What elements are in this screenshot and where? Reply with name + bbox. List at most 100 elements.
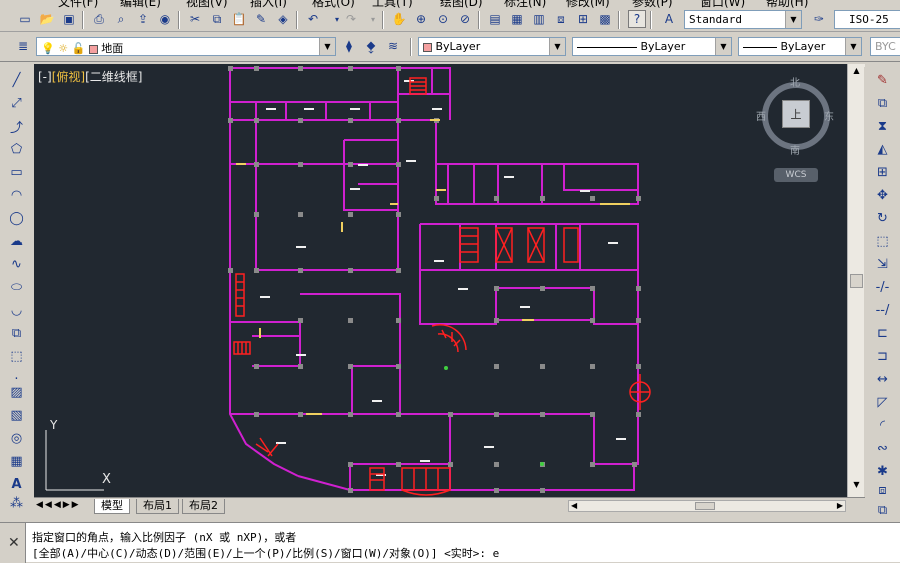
open-folder-icon[interactable]: 📂 xyxy=(38,10,56,28)
publish-icon[interactable]: ⇪ xyxy=(134,10,152,28)
blend-icon[interactable]: ∾ xyxy=(873,439,892,458)
redo-dropdown-icon[interactable]: ▾ xyxy=(364,10,382,28)
layer-previous-icon[interactable]: ⧪ xyxy=(362,37,380,55)
revcloud-icon[interactable]: ☁ xyxy=(7,232,26,251)
command-window-handle[interactable]: ✕ xyxy=(0,523,26,563)
markup-icon[interactable]: ⊞ xyxy=(574,10,592,28)
text-style-select[interactable]: Standard ▼ xyxy=(684,10,802,29)
sheet-set-icon[interactable]: ⧈ xyxy=(552,10,570,28)
break-at-point-icon[interactable]: ⊏ xyxy=(873,324,892,343)
undo-icon[interactable]: ↶ xyxy=(304,10,322,28)
zoom-previous-icon[interactable]: ⊘ xyxy=(456,10,474,28)
menu-edit[interactable]: 编辑(E) xyxy=(120,0,161,8)
layer-properties-icon[interactable]: ≣ xyxy=(14,37,32,55)
match-properties-icon[interactable]: ✎ xyxy=(252,10,270,28)
move-icon[interactable]: ✥ xyxy=(873,186,892,205)
add-selected-icon[interactable]: ⁂ xyxy=(7,494,26,513)
mirror-icon[interactable]: ⧗ xyxy=(873,117,892,136)
mtext-icon[interactable]: A xyxy=(7,475,26,494)
menu-modify[interactable]: 修改(M) xyxy=(566,0,610,8)
tab-layout1[interactable]: 布局1 xyxy=(136,499,179,514)
zoom-realtime-icon[interactable]: ⊕ xyxy=(412,10,430,28)
table-icon[interactable]: ▦ xyxy=(7,452,26,471)
join-icon[interactable]: ↔ xyxy=(873,370,892,389)
hatch-icon[interactable]: ▨ xyxy=(7,383,26,402)
layer-select[interactable]: 💡 ☼ 🔓 地面 ▼ xyxy=(36,37,336,56)
tab-layout2[interactable]: 布局2 xyxy=(182,499,225,514)
scroll-up-icon[interactable]: ▲ xyxy=(850,66,863,79)
viewcube-face[interactable]: 上 xyxy=(782,100,810,128)
polyline-icon[interactable]: ⤴ xyxy=(7,117,26,136)
insert-block-icon[interactable]: ⧉ xyxy=(7,324,26,343)
copy-object-icon[interactable]: ⧉ xyxy=(873,94,892,113)
redo-icon[interactable]: ↷ xyxy=(342,10,360,28)
menu-param[interactable]: 参数(P) xyxy=(632,0,673,8)
menu-window[interactable]: 窗口(W) xyxy=(700,0,745,8)
lineweight-select[interactable]: ByLayer ▼ xyxy=(738,37,862,56)
command-window[interactable]: ✕ 指定窗口的角点，输入比例因子 (nX 或 nXP)，或者 [全部(A)/中心… xyxy=(0,522,900,563)
region-icon[interactable]: ◎ xyxy=(7,429,26,448)
break-icon[interactable]: ⊐ xyxy=(873,347,892,366)
extend-icon[interactable]: --/ xyxy=(873,301,892,320)
compass-west[interactable]: 西 xyxy=(756,108,766,123)
rectangle-icon[interactable]: ▭ xyxy=(7,163,26,182)
tool-palettes-icon[interactable]: ▥ xyxy=(530,10,548,28)
menu-help[interactable]: 帮助(H) xyxy=(766,0,808,8)
save-icon[interactable]: ▣ xyxy=(60,10,78,28)
vertical-scrollbar[interactable]: ▲ ▼ xyxy=(847,64,865,497)
drawing-canvas[interactable]: [-][俯视][二维线框] Y X 上 北 南 东 西 WCS xyxy=(34,64,865,497)
array-icon[interactable]: ⊞ xyxy=(873,163,892,182)
offset-icon[interactable]: ◭ xyxy=(873,140,892,159)
cut-icon[interactable]: ✂ xyxy=(186,10,204,28)
layer-states-icon[interactable]: ≋ xyxy=(384,37,402,55)
polygon-icon[interactable]: ⬠ xyxy=(7,140,26,159)
explode-icon[interactable]: ✱ xyxy=(873,462,892,481)
ellipse-icon[interactable]: ⬭ xyxy=(7,278,26,297)
menu-tools[interactable]: 工具(T) xyxy=(372,0,413,8)
menu-file[interactable]: 文件(F) xyxy=(58,0,98,8)
horizontal-scrollbar[interactable]: ◀ ▶ xyxy=(568,500,846,512)
scroll-down-icon[interactable]: ▼ xyxy=(850,480,863,493)
chamfer-icon[interactable]: ◸ xyxy=(873,393,892,412)
stretch-icon[interactable]: ⇲ xyxy=(873,255,892,274)
circle-icon[interactable]: ◯ xyxy=(7,209,26,228)
linetype-select[interactable]: ByLayer ▼ xyxy=(572,37,732,56)
compass-north[interactable]: 北 xyxy=(790,74,800,89)
make-current-layer-icon[interactable]: ⧫ xyxy=(340,37,358,55)
paste-icon[interactable]: 📋 xyxy=(230,10,248,28)
scroll-thumb[interactable] xyxy=(850,274,863,288)
construction-line-icon[interactable]: ⤢ xyxy=(7,94,26,113)
scroll-right-icon[interactable]: ▶ xyxy=(837,501,843,510)
tab-navigation-icons[interactable]: ◀◀◀▶▶ xyxy=(36,500,81,510)
menu-dimension[interactable]: 标注(N) xyxy=(504,0,546,8)
hscroll-thumb[interactable] xyxy=(695,502,715,510)
calculator-icon[interactable]: ▩ xyxy=(596,10,614,28)
plotstyle-select[interactable]: BYC xyxy=(870,37,900,56)
rotate-icon[interactable]: ↻ xyxy=(873,209,892,228)
color-select[interactable]: ByLayer ▼ xyxy=(418,37,566,56)
compass-east[interactable]: 东 xyxy=(824,108,834,123)
menu-draw[interactable]: 绘图(D) xyxy=(440,0,483,8)
scroll-left-icon[interactable]: ◀ xyxy=(571,501,577,510)
gradient-icon[interactable]: ▧ xyxy=(7,406,26,425)
fillet-icon[interactable]: ◜ xyxy=(873,416,892,435)
erase-icon[interactable]: ✎ xyxy=(873,71,892,90)
command-prompt-line[interactable]: [全部(A)/中心(C)/动态(D)/范围(E)/上一个(P)/比例(S)/窗口… xyxy=(32,545,499,561)
draworder-icon[interactable]: ⧈ xyxy=(873,481,892,500)
block-editor-icon[interactable]: ◈ xyxy=(274,10,292,28)
text-style-icon[interactable]: A xyxy=(660,10,678,28)
properties-icon[interactable]: ▤ xyxy=(486,10,504,28)
menu-format[interactable]: 格式(O) xyxy=(312,0,355,8)
viewcube[interactable]: 上 北 南 东 西 xyxy=(756,74,834,158)
wcs-menu-button[interactable]: WCS xyxy=(774,168,818,182)
line-icon[interactable]: ╱ xyxy=(7,71,26,90)
menu-view[interactable]: 视图(V) xyxy=(186,0,228,8)
menu-insert[interactable]: 插入(I) xyxy=(250,0,287,8)
group-icon[interactable]: ⧉ xyxy=(873,501,892,520)
new-file-icon[interactable]: ▭ xyxy=(16,10,34,28)
trim-icon[interactable]: -/- xyxy=(873,278,892,297)
print-icon[interactable]: ⎙ xyxy=(90,10,108,28)
3d-dwf-icon[interactable]: ◉ xyxy=(156,10,174,28)
spline-icon[interactable]: ∿ xyxy=(7,255,26,274)
dim-style-icon[interactable]: ✑ xyxy=(810,10,828,28)
